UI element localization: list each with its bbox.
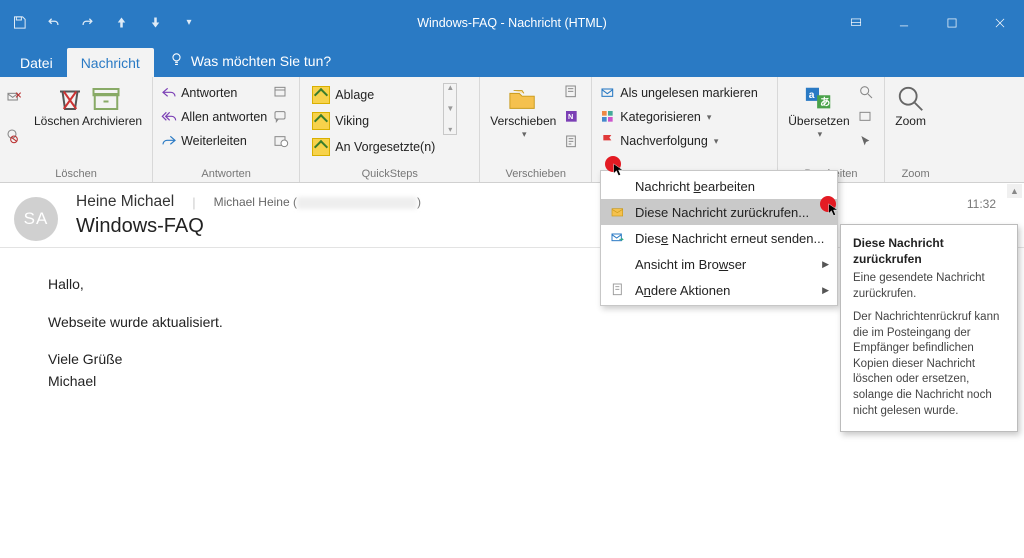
reply-all-button[interactable]: Allen antworten: [157, 105, 271, 129]
menu-recall-message[interactable]: Diese Nachricht zurückrufen...: [601, 199, 837, 225]
group-quicksteps-label: QuickSteps: [304, 166, 475, 182]
rules-icon[interactable]: [562, 80, 582, 104]
ribbon-tabs: Datei Nachricht Was möchten Sie tun?: [0, 45, 1024, 77]
meeting-icon[interactable]: [271, 80, 291, 104]
zoom-button[interactable]: Zoom: [889, 79, 933, 129]
bulb-icon: [168, 51, 185, 71]
cursor-icon: [613, 163, 624, 180]
up-arrow-icon[interactable]: [106, 9, 136, 37]
envelope-back-icon: [609, 204, 627, 220]
tell-me-placeholder: Was möchten Sie tun?: [191, 53, 331, 69]
undo-icon[interactable]: [38, 9, 68, 37]
quickstep-item[interactable]: Viking: [308, 109, 439, 133]
body-line: Viele Grüße: [48, 349, 976, 371]
delete-archive-label: Löschen Archivieren: [34, 115, 142, 129]
down-arrow-icon[interactable]: [140, 9, 170, 37]
submenu-arrow-icon: ▶: [822, 259, 829, 270]
close-icon[interactable]: [976, 8, 1024, 38]
translate-icon: aあ: [804, 83, 834, 115]
maximize-icon[interactable]: [928, 8, 976, 38]
window-title: Windows-FAQ - Nachricht (HTML): [417, 16, 607, 30]
tell-me-search[interactable]: Was möchten Sie tun?: [154, 51, 341, 77]
group-zoom-label: Zoom: [889, 166, 943, 182]
select-icon[interactable]: [856, 130, 876, 154]
highlight-marker: [605, 156, 621, 172]
quickstep-item[interactable]: Ablage: [308, 83, 439, 107]
mark-unread-button[interactable]: Als ungelesen markieren: [596, 81, 762, 105]
tooltip-text: Eine gesendete Nachricht zurückrufen.: [853, 271, 1005, 302]
qat-more-icon[interactable]: ▾: [174, 9, 204, 37]
actions-icon[interactable]: [562, 130, 582, 154]
folder-icon: [312, 138, 330, 156]
menu-edit-message[interactable]: Nachricht bearbeiten: [601, 173, 837, 199]
junk-icon[interactable]: [4, 124, 24, 148]
tab-file[interactable]: Datei: [6, 48, 67, 77]
respond-mini-col: [271, 79, 295, 155]
forward-button[interactable]: Weiterleiten: [157, 129, 271, 153]
window-controls: [832, 0, 1024, 45]
redacted-email: [297, 197, 417, 209]
submenu-arrow-icon: ▶: [822, 285, 829, 296]
menu-view-browser[interactable]: Ansicht im Browser ▶: [601, 251, 837, 277]
ignore-icon[interactable]: [4, 86, 24, 110]
delete-icon: [55, 83, 121, 115]
tooltip-text: Der Nachrichtenrückruf kann die im Poste…: [853, 310, 1005, 419]
quick-access-toolbar: ▾: [0, 9, 204, 37]
categorize-button[interactable]: Kategorisieren▾: [596, 105, 762, 129]
actions-dropdown: Nachricht bearbeiten Diese Nachricht zur…: [600, 170, 838, 306]
highlight-marker: [820, 196, 836, 212]
translate-button[interactable]: aあ Übersetzen▾: [782, 79, 855, 139]
quicksteps-scroll[interactable]: ▲▼▾: [443, 83, 457, 135]
group-move: Verschieben▾ N Verschieben: [480, 77, 592, 182]
quickstep-item[interactable]: An Vorgesetzte(n): [308, 135, 439, 159]
move-mini-col: N: [562, 79, 586, 155]
delete-mini-col: [4, 79, 28, 155]
group-delete-label: Löschen: [4, 166, 148, 182]
reply-button[interactable]: Antworten: [157, 81, 271, 105]
body-line: Webseite wurde aktualisiert.: [48, 312, 976, 334]
move-icon: [508, 83, 538, 115]
group-edit: aあ Übersetzen▾ Bearbeiten: [778, 77, 884, 182]
folder-icon: [312, 112, 330, 130]
folder-icon: [312, 86, 330, 104]
svg-text:a: a: [809, 90, 815, 101]
group-respond-label: Antworten: [157, 166, 295, 182]
svg-text:あ: あ: [820, 96, 830, 109]
minimize-icon[interactable]: [880, 8, 928, 38]
body-line: Michael: [48, 371, 976, 393]
tab-message[interactable]: Nachricht: [67, 48, 154, 77]
sender-avatar: SA: [14, 197, 58, 241]
group-delete: Löschen Archivieren Löschen: [0, 77, 153, 182]
title-bar: ▾ Windows-FAQ - Nachricht (HTML): [0, 0, 1024, 45]
tooltip-recall: Diese Nachricht zurückrufen Eine gesende…: [840, 224, 1018, 432]
im-icon[interactable]: [271, 105, 291, 129]
cursor-icon: [828, 203, 839, 220]
group-zoom: Zoom Zoom: [885, 77, 947, 182]
edit-mini-col: [856, 79, 880, 155]
sender-name: Heine Michael: [76, 193, 174, 211]
more-respond-icon[interactable]: [271, 130, 291, 154]
ribbon: Löschen Archivieren Löschen Antworten Al…: [0, 77, 1024, 183]
menu-resend-message[interactable]: Diese Nachricht erneut senden...: [601, 225, 837, 251]
page-icon: [609, 282, 627, 298]
related-icon[interactable]: [856, 105, 876, 129]
svg-text:N: N: [568, 112, 573, 121]
save-icon[interactable]: [4, 9, 34, 37]
find-icon[interactable]: [856, 80, 876, 104]
tooltip-title: Diese Nachricht zurückrufen: [853, 235, 1005, 267]
group-move-label: Verschieben: [484, 166, 587, 182]
group-quicksteps: Ablage Viking An Vorgesetzte(n) ▲▼▾ Quic…: [300, 77, 480, 182]
zoom-icon: [896, 83, 926, 115]
resend-icon: [609, 230, 627, 246]
move-button[interactable]: Verschieben▾: [484, 79, 562, 139]
ribbon-display-icon[interactable]: [832, 8, 880, 38]
delete-archive-button[interactable]: Löschen Archivieren: [28, 79, 148, 129]
redo-icon[interactable]: [72, 9, 102, 37]
onenote-icon[interactable]: N: [562, 105, 582, 129]
recipient: Michael Heine (): [214, 195, 421, 209]
followup-button[interactable]: Nachverfolgung▾: [596, 129, 762, 153]
group-respond: Antworten Allen antworten Weiterleiten A…: [153, 77, 300, 182]
menu-other-actions[interactable]: Andere Aktionen ▶: [601, 277, 837, 303]
message-time: 11:32: [967, 197, 996, 211]
